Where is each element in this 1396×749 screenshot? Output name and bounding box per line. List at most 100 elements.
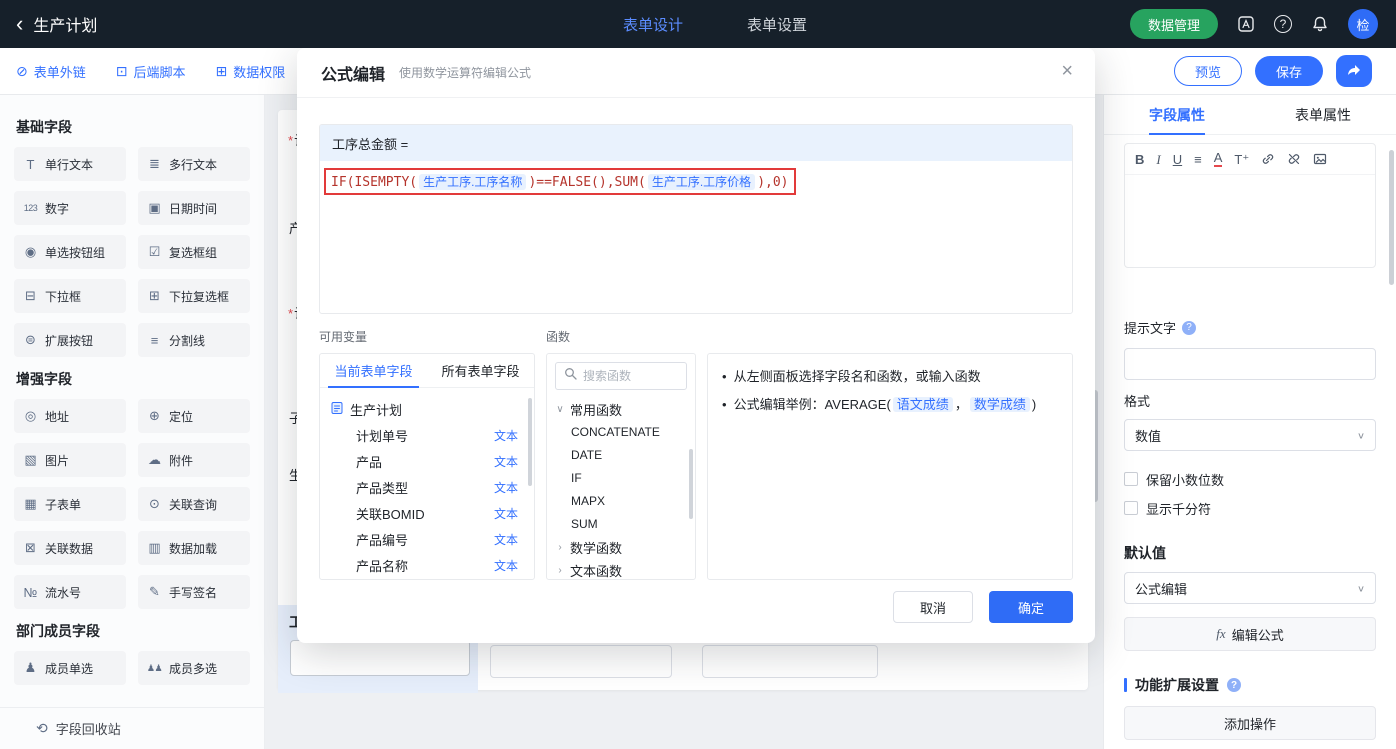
canvas-input[interactable]: [702, 645, 878, 678]
link-icon[interactable]: [1261, 152, 1275, 166]
palette-item-radio-group[interactable]: ◉ 单选按钮组: [14, 235, 126, 269]
toolbar-item-form-external-link[interactable]: ⊘ 表单外链: [16, 62, 86, 81]
default-value-select[interactable]: 公式编辑 ∨: [1124, 572, 1376, 604]
palette-item-checkbox-group[interactable]: ☑ 复选框组: [138, 235, 250, 269]
functions-panel: ∨ 常用函数 CONCATENATEDATEIFMAPXSUM › 数学函数 › 文本函数: [546, 353, 696, 580]
palette-item-location[interactable]: ⊕ 定位: [138, 399, 250, 433]
close-icon[interactable]: ×: [1061, 61, 1073, 81]
format-select[interactable]: 数值 ∨: [1124, 419, 1376, 451]
extend-button-icon: ⊜: [25, 332, 36, 347]
topbar-actions: 数据管理 ? 检: [1129, 9, 1396, 39]
palette-item-label: 下拉复选框: [169, 289, 230, 304]
toolbar-item-backend-script[interactable]: ⊡ 后端脚本: [116, 62, 186, 81]
palette-item-address[interactable]: ◎ 地址: [14, 399, 126, 433]
palette-item-signature[interactable]: ✎ 手写签名: [138, 575, 250, 609]
field-title-editor-area[interactable]: [1125, 175, 1375, 267]
palette-item-attachment[interactable]: ☁ 附件: [138, 443, 250, 477]
unlink-icon[interactable]: [1287, 152, 1301, 166]
help-icon[interactable]: ?: [1274, 15, 1292, 33]
edit-formula-button[interactable]: fx 编辑公式: [1124, 617, 1376, 651]
align-icon[interactable]: ≡: [1194, 153, 1202, 166]
palette-item-multi-line-text[interactable]: ≣ 多行文本: [138, 147, 250, 181]
italic-icon[interactable]: I: [1156, 153, 1160, 166]
palette-item-number[interactable]: 123 数字: [14, 191, 126, 225]
variable-field-row[interactable]: 产品类型 文本: [330, 474, 524, 500]
add-action-button[interactable]: 添加操作: [1124, 706, 1376, 740]
field-recycle-bin[interactable]: ⟲ 字段回收站: [0, 707, 264, 749]
function-item[interactable]: CONCATENATE: [547, 421, 695, 444]
preview-button[interactable]: 预览: [1174, 56, 1242, 86]
font-size-icon[interactable]: T⁺: [1234, 153, 1249, 166]
variable-field-type-badge: 文本: [493, 558, 518, 573]
image-icon[interactable]: [1313, 152, 1327, 166]
canvas-input[interactable]: [290, 640, 470, 676]
hint-text-input[interactable]: [1124, 348, 1376, 380]
save-button[interactable]: 保存: [1255, 56, 1323, 86]
data-manage-button[interactable]: 数据管理: [1129, 9, 1218, 39]
tab-field-properties[interactable]: 字段属性: [1104, 95, 1250, 134]
cancel-button[interactable]: 取消: [893, 591, 973, 623]
palette-item-extend-button[interactable]: ⊜ 扩展按钮: [14, 323, 126, 357]
avatar[interactable]: 检: [1348, 9, 1378, 39]
tab-form-settings[interactable]: 表单设置: [747, 14, 807, 35]
toolbar-item-data-permission[interactable]: ⊞ 数据权限: [216, 62, 286, 81]
function-item[interactable]: IF: [547, 467, 695, 490]
variable-field-row[interactable]: 产品编号 文本: [330, 526, 524, 552]
language-icon[interactable]: [1236, 14, 1256, 34]
function-item[interactable]: MAPX: [547, 490, 695, 513]
variable-tree-root[interactable]: 生产计划: [330, 396, 524, 422]
bold-icon[interactable]: B: [1135, 153, 1144, 166]
font-color-icon[interactable]: A: [1213, 151, 1223, 167]
palette-item-related-data[interactable]: ⊠ 关联数据: [14, 531, 126, 565]
panel-scrollbar[interactable]: [1389, 150, 1394, 285]
canvas-input[interactable]: [490, 645, 672, 678]
formula-input-area[interactable]: IF(ISEMPTY(生产工序.工序名称)==FALSE(),SUM(生产工序.…: [320, 161, 1072, 202]
extension-help-icon[interactable]: ?: [1227, 678, 1241, 692]
variable-field-row[interactable]: 关联BOMID 文本: [330, 500, 524, 526]
functions-scrollbar[interactable]: [689, 449, 693, 519]
palette-item-datetime[interactable]: ▣ 日期时间: [138, 191, 250, 225]
variable-field-row[interactable]: 产品 文本: [330, 448, 524, 474]
palette-item-image[interactable]: ▧ 图片: [14, 443, 126, 477]
variable-field-row[interactable]: 计划单号 文本: [330, 422, 524, 448]
function-group[interactable]: › 数学函数: [547, 536, 695, 559]
function-item[interactable]: DATE: [547, 444, 695, 467]
tab-form-design[interactable]: 表单设计: [623, 14, 683, 35]
function-item[interactable]: SUM: [547, 513, 695, 536]
thousand-checkbox[interactable]: [1124, 501, 1138, 515]
palette-item-serial-number[interactable]: № 流水号: [14, 575, 126, 609]
tab-current-form-fields[interactable]: 当前表单字段: [320, 354, 427, 388]
formula-field-token[interactable]: 生产工序.工序价格: [647, 174, 756, 190]
back-button[interactable]: ‹: [16, 13, 23, 35]
share-button[interactable]: [1336, 55, 1372, 87]
variable-field-row[interactable]: 产品名称 文本: [330, 552, 524, 578]
palette-item-label: 定位: [169, 409, 194, 424]
variables-panel: 当前表单字段 所有表单字段 生产计划 计划单号 文本 产品 文本 产品类型 文本 关联BOM…: [319, 353, 535, 580]
hint-help-icon[interactable]: ?: [1182, 320, 1197, 335]
tab-all-form-fields[interactable]: 所有表单字段: [427, 354, 534, 387]
decimal-checkbox[interactable]: [1124, 472, 1138, 486]
formula-field-token[interactable]: 生产工序.工序名称: [419, 174, 527, 190]
sidebar-field-grid: T 单行文本 ≣ 多行文本 123 数字 ▣ 日期时间 ◉ 单选按钮组 ☑ 复选框组 ⊟ 下拉框 ⊞ 下拉复选…: [14, 147, 250, 357]
palette-item-single-line-text[interactable]: T 单行文本: [14, 147, 126, 181]
function-search-input[interactable]: [583, 369, 678, 383]
palette-item-member-multi[interactable]: ♟♟ 成员多选: [138, 651, 250, 685]
palette-item-select[interactable]: ⊟ 下拉框: [14, 279, 126, 313]
palette-item-multi-select[interactable]: ⊞ 下拉复选框: [138, 279, 250, 313]
palette-item-divider[interactable]: ≡ 分割线: [138, 323, 250, 357]
bell-icon[interactable]: [1310, 14, 1330, 34]
confirm-button[interactable]: 确定: [989, 591, 1073, 623]
palette-item-member-single[interactable]: ♟ 成员单选: [14, 651, 126, 685]
palette-item-label: 成员多选: [169, 661, 218, 676]
tab-form-properties[interactable]: 表单属性: [1250, 95, 1396, 134]
function-group[interactable]: ∨ 常用函数: [547, 398, 695, 421]
palette-item-subform[interactable]: ▦ 子表单: [14, 487, 126, 521]
properties-body: B I U ≡ A T⁺ 提示文字 ? 格式 数值 ∨ 保留小数位数 显示千分符 默认值 …: [1104, 135, 1396, 740]
palette-item-data-load[interactable]: ▥ 数据加载: [138, 531, 250, 565]
formula-line: IF(ISEMPTY(生产工序.工序名称)==FALSE(),SUM(生产工序.…: [324, 168, 796, 195]
underline-icon[interactable]: U: [1173, 153, 1182, 166]
variable-field-type-badge: 文本: [493, 532, 518, 547]
function-group[interactable]: › 文本函数: [547, 559, 695, 579]
palette-item-related-query[interactable]: ⊙ 关联查询: [138, 487, 250, 521]
variables-scrollbar[interactable]: [528, 398, 532, 486]
